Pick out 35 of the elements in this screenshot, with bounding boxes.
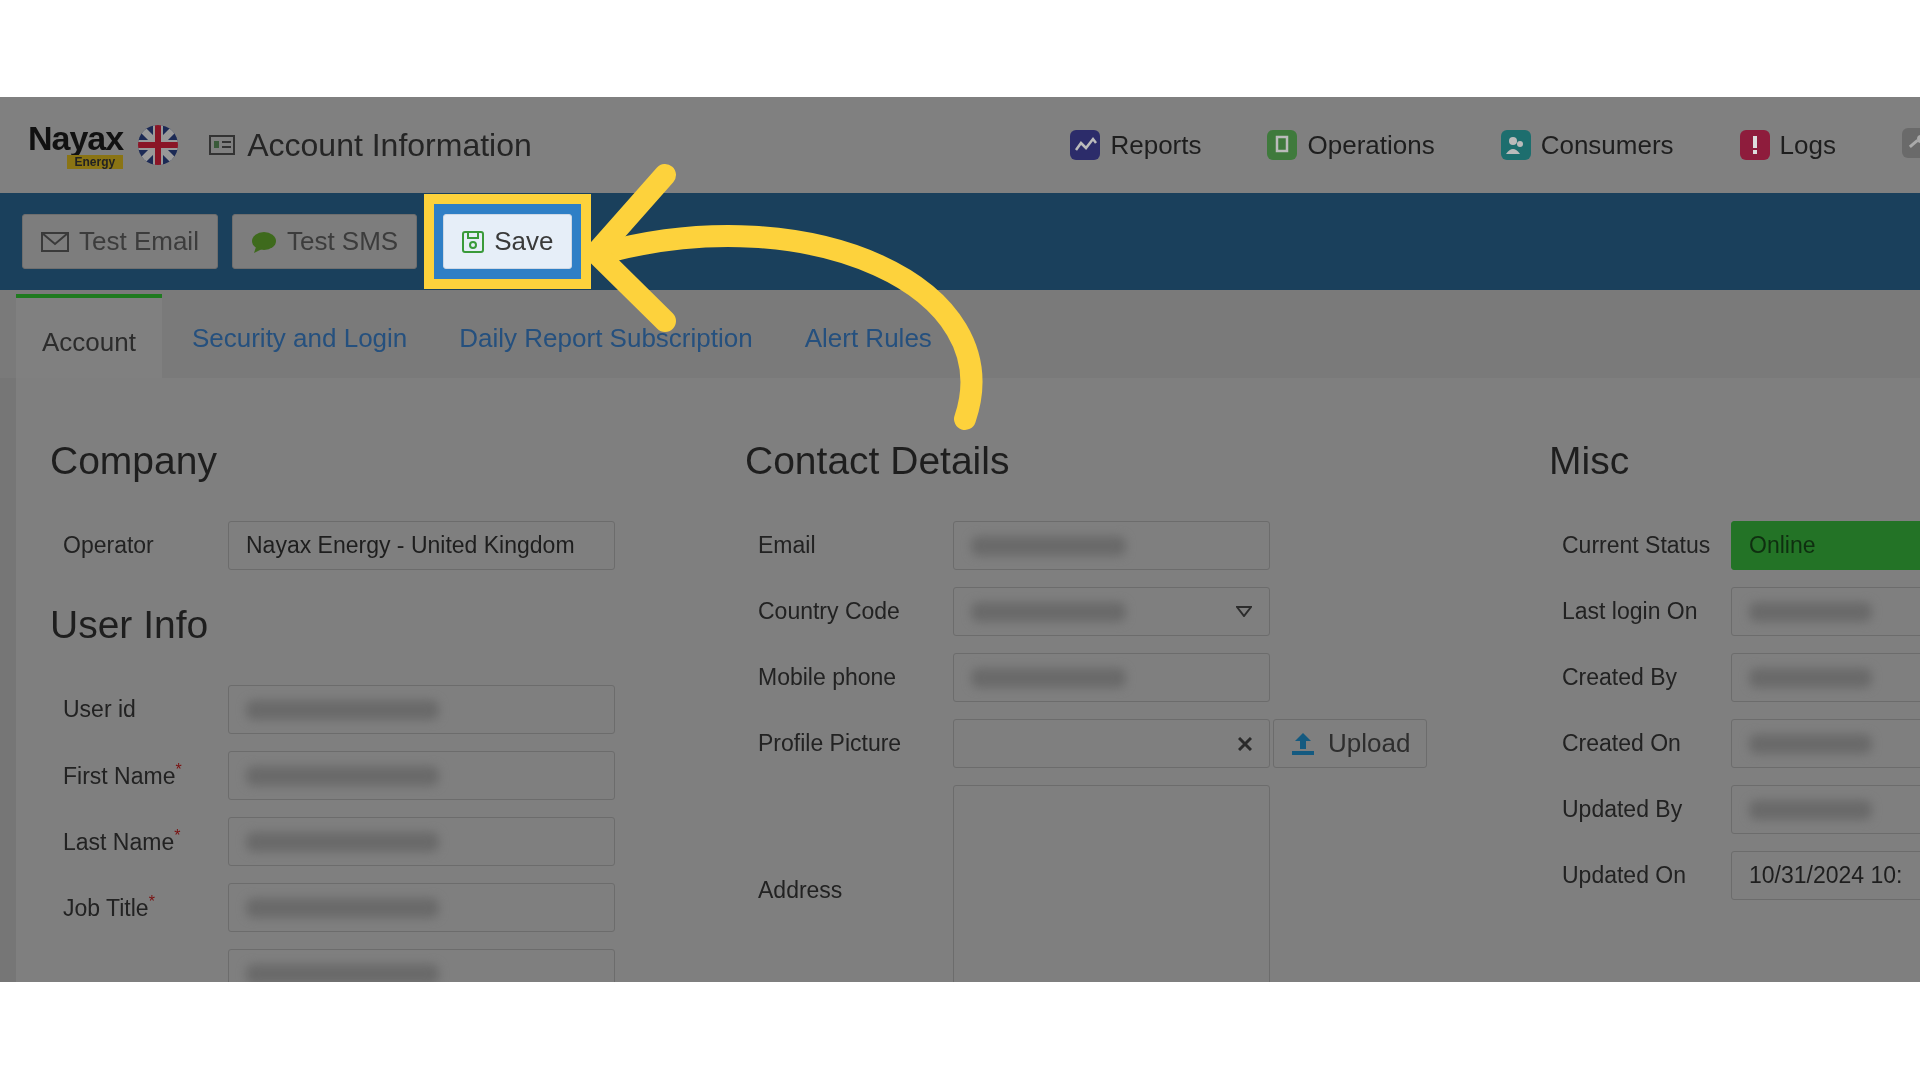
save-button[interactable]: Save (443, 214, 573, 269)
field-label: First Name$^{*}$ (62, 761, 183, 790)
page-title: Account Information (247, 126, 532, 164)
section-heading: User Info (50, 602, 210, 648)
nav-link[interactable]: Reports (1070, 129, 1202, 161)
section-heading: Company (50, 438, 218, 484)
logo-tagline: Energy (66, 155, 124, 169)
field-label: Current Status (1561, 532, 1712, 559)
text-field[interactable]: Nayax Energy - United Kingdom (228, 521, 615, 570)
upload-button[interactable]: Upload (1273, 719, 1428, 768)
field-label: Profile Picture (757, 730, 903, 757)
text-field[interactable]: 10/31/2024 10: (1731, 851, 1920, 900)
nav-link[interactable]: Logs (1739, 129, 1836, 161)
logo-wordmark: Nayax (28, 121, 124, 155)
section-heading: Misc (1549, 438, 1631, 484)
field-label: Address (757, 876, 844, 904)
email-button[interactable]: Test Email (22, 214, 218, 269)
nav-link[interactable]: Operations (1267, 129, 1435, 161)
field-label: Last login On (1561, 598, 1699, 625)
nav-link[interactable]: Consumers (1500, 129, 1674, 161)
tab[interactable]: Account (16, 294, 162, 378)
field-label: Created By (1561, 664, 1679, 691)
field-label: Last Name$^{*}$ (62, 827, 182, 856)
field-label: Operator (62, 532, 155, 559)
field-label: Created On (1561, 730, 1682, 757)
field-label: Updated On (1561, 862, 1688, 889)
field-label: Mobile phone (757, 664, 898, 691)
section-heading: Contact Details (745, 438, 1011, 484)
field-label: Email (757, 532, 817, 559)
sms-button[interactable]: Test SMS (231, 214, 418, 269)
field-label: Country Code (757, 598, 901, 625)
status-field: Online (1731, 521, 1920, 570)
field-label: Job Title$^{*}$ (62, 893, 156, 922)
field-label: User id (62, 696, 137, 723)
field-label: Updated By (1561, 796, 1684, 823)
